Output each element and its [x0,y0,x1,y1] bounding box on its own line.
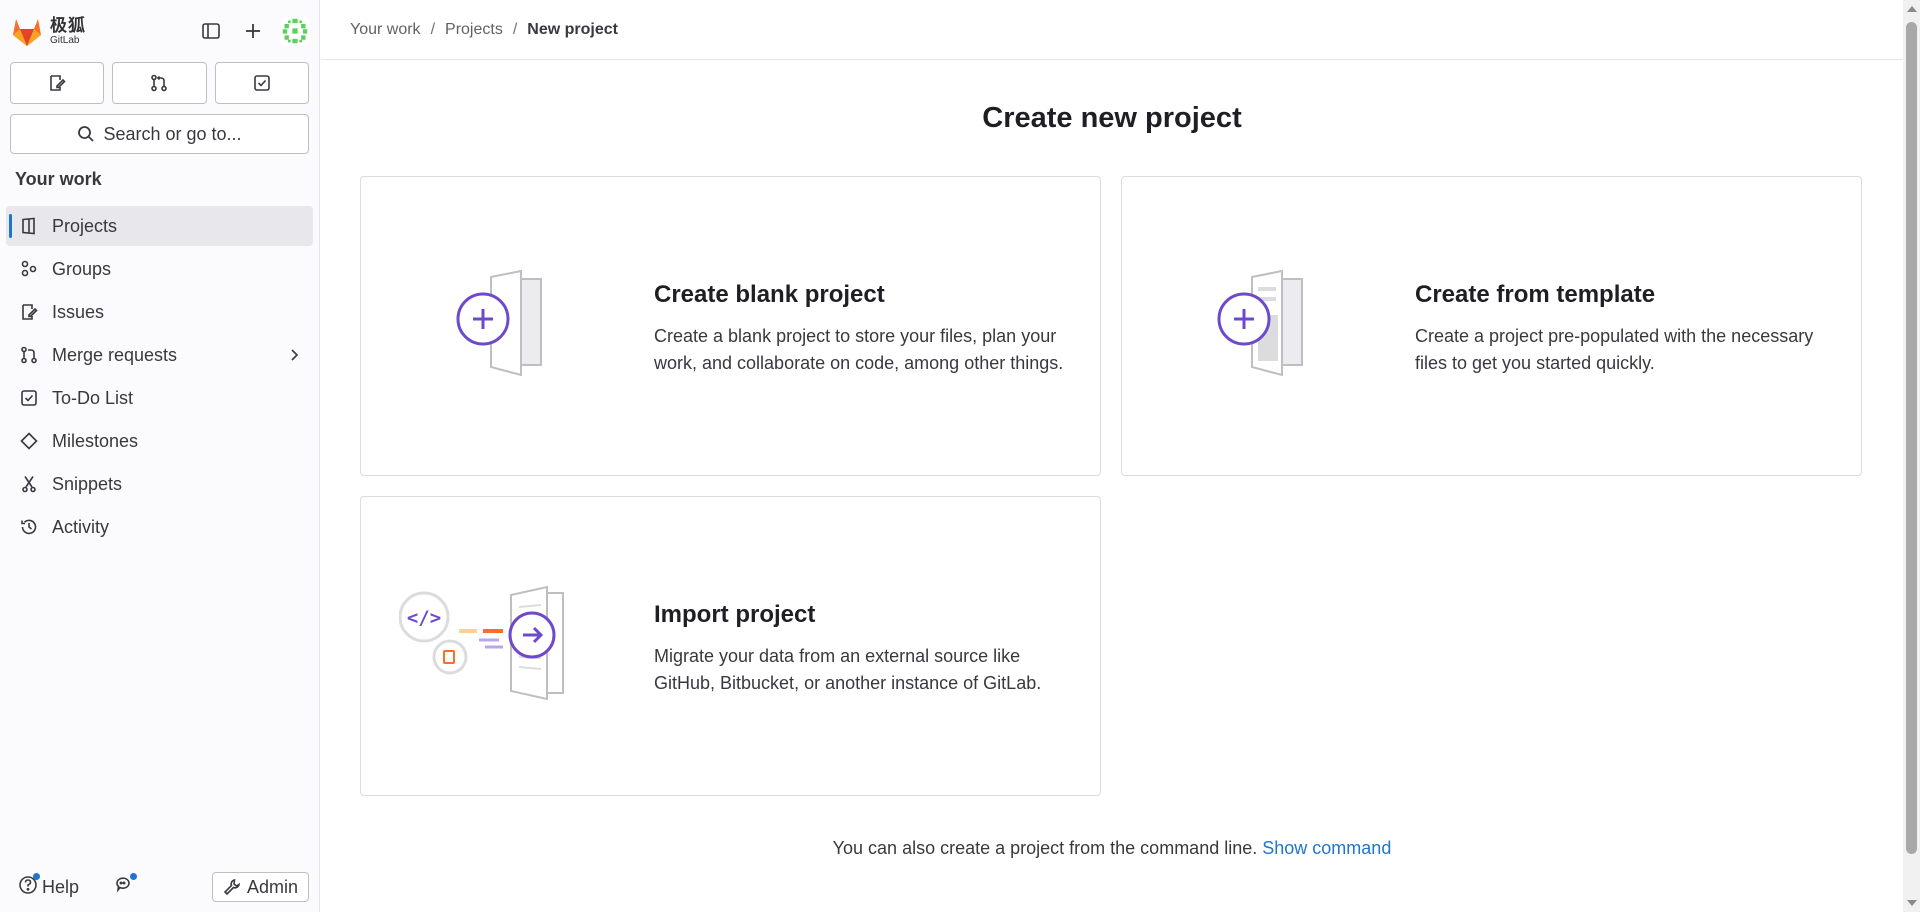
chevron-right-icon [291,349,299,361]
create-from-template-card[interactable]: Create from template Create a project pr… [1121,176,1862,476]
sidebar-item-label: Snippets [52,473,123,494]
create-new-button[interactable] [239,17,267,45]
breadcrumb-separator: / [512,20,518,38]
sidebar-item-projects[interactable]: Projects [6,206,313,246]
logo-cn-text: 极狐 [50,15,86,35]
group-icon [21,260,37,277]
main-content: Your work / Projects / New project Creat… [321,0,1903,912]
todo-icon [21,390,37,406]
breadcrumb-your-work[interactable]: Your work [350,21,421,39]
merge-request-icon [21,346,37,364]
page-scrollbar[interactable] [1903,0,1920,912]
show-command-link[interactable]: Show command [1262,838,1391,858]
merge-request-icon [151,74,168,92]
sidebar-item-label: To-Do List [52,387,134,408]
project-icon [22,217,35,235]
help-badge [18,872,40,900]
sidebar-item-label: Milestones [52,430,139,451]
sidebar: 极狐 GitLab Search or go to... Your work P… [0,0,320,912]
page-title: Create new project [982,102,1242,134]
avatar [281,17,309,45]
whats-new-button[interactable] [115,872,138,900]
plus-icon [246,24,260,38]
brand-logo[interactable]: 极狐 GitLab [10,15,86,47]
card-description: Create a project pre-populated with the … [1415,326,1814,373]
blank-project-illustration [456,269,542,377]
milestone-icon [20,432,38,450]
sidebar-item-label: Issues [52,301,105,322]
help-label: Help [42,876,80,897]
sidebar-icon [202,23,220,39]
card-description: Create a blank project to store your fil… [654,326,1064,373]
card-description: Migrate your data from an external sourc… [654,646,1042,693]
quick-actions [0,62,319,104]
breadcrumb: Your work / Projects / New project [321,0,1903,60]
chat-icon [116,876,130,893]
sidebar-item-label: Groups [52,258,112,279]
user-avatar-button[interactable] [281,17,309,45]
svg-text:</>: </> [407,607,441,629]
todo-icon [254,75,270,91]
card-title: Import project [654,601,816,628]
sidebar-item-snippets[interactable]: Snippets [6,464,313,504]
card-title: Create from template [1415,281,1656,308]
toggle-sidebar-button[interactable] [197,17,225,45]
scroll-thumb[interactable] [1906,22,1917,854]
admin-button[interactable]: Admin [211,872,309,902]
question-icon [19,875,37,894]
sidebar-item-label: Merge requests [52,344,178,365]
wrench-icon [223,879,241,896]
card-title: Create blank project [654,281,885,308]
breadcrumb-separator: / [430,20,436,38]
breadcrumb-projects[interactable]: Projects [445,21,503,39]
search-icon [78,126,95,142]
cli-hint: You can also create a project from the c… [321,838,1903,859]
cli-hint-text: You can also create a project from the c… [832,838,1258,858]
issues-icon [50,75,66,91]
sidebar-item-label: Activity [52,516,110,537]
history-icon [21,519,37,535]
sidebar-footer: Help Admin [18,872,309,902]
import-project-card[interactable]: </> Import project Migrate your data fro… [360,496,1101,796]
sidebar-item-groups[interactable]: Groups [6,249,313,289]
import-project-illustration: </> [399,585,564,701]
scroll-down-arrow-icon[interactable] [1907,900,1917,906]
sidebar-item-label: Projects [52,215,118,236]
issues-icon [22,304,38,320]
sidebar-item-todo-list[interactable]: To-Do List [6,378,313,418]
snippet-icon [22,476,36,493]
scroll-up-arrow-icon[interactable] [1907,6,1917,12]
search-button[interactable]: Search or go to... [10,114,309,154]
sidebar-item-milestones[interactable]: Milestones [6,421,313,461]
logo-en-text: GitLab [50,34,80,46]
sidebar-nav: Projects Groups Issues Merge requests To… [0,206,319,547]
sidebar-header: 极狐 GitLab [0,0,319,62]
sidebar-item-merge-requests[interactable]: Merge requests [6,335,313,375]
help-button[interactable]: Help [18,872,80,900]
template-project-illustration [1217,269,1303,377]
sidebar-item-issues[interactable]: Issues [6,292,313,332]
admin-label: Admin [246,876,298,897]
merge-requests-button[interactable] [112,62,207,104]
assigned-issues-button[interactable] [10,62,105,104]
section-title: Your work [15,169,102,189]
todo-list-button[interactable] [214,62,309,104]
gitlab-logo-icon [13,19,41,46]
sidebar-item-activity[interactable]: Activity [6,507,313,547]
create-blank-project-card[interactable]: Create blank project Create a blank proj… [360,176,1101,476]
breadcrumb-current[interactable]: New project [527,21,618,39]
search-label: Search or go to... [103,123,242,144]
